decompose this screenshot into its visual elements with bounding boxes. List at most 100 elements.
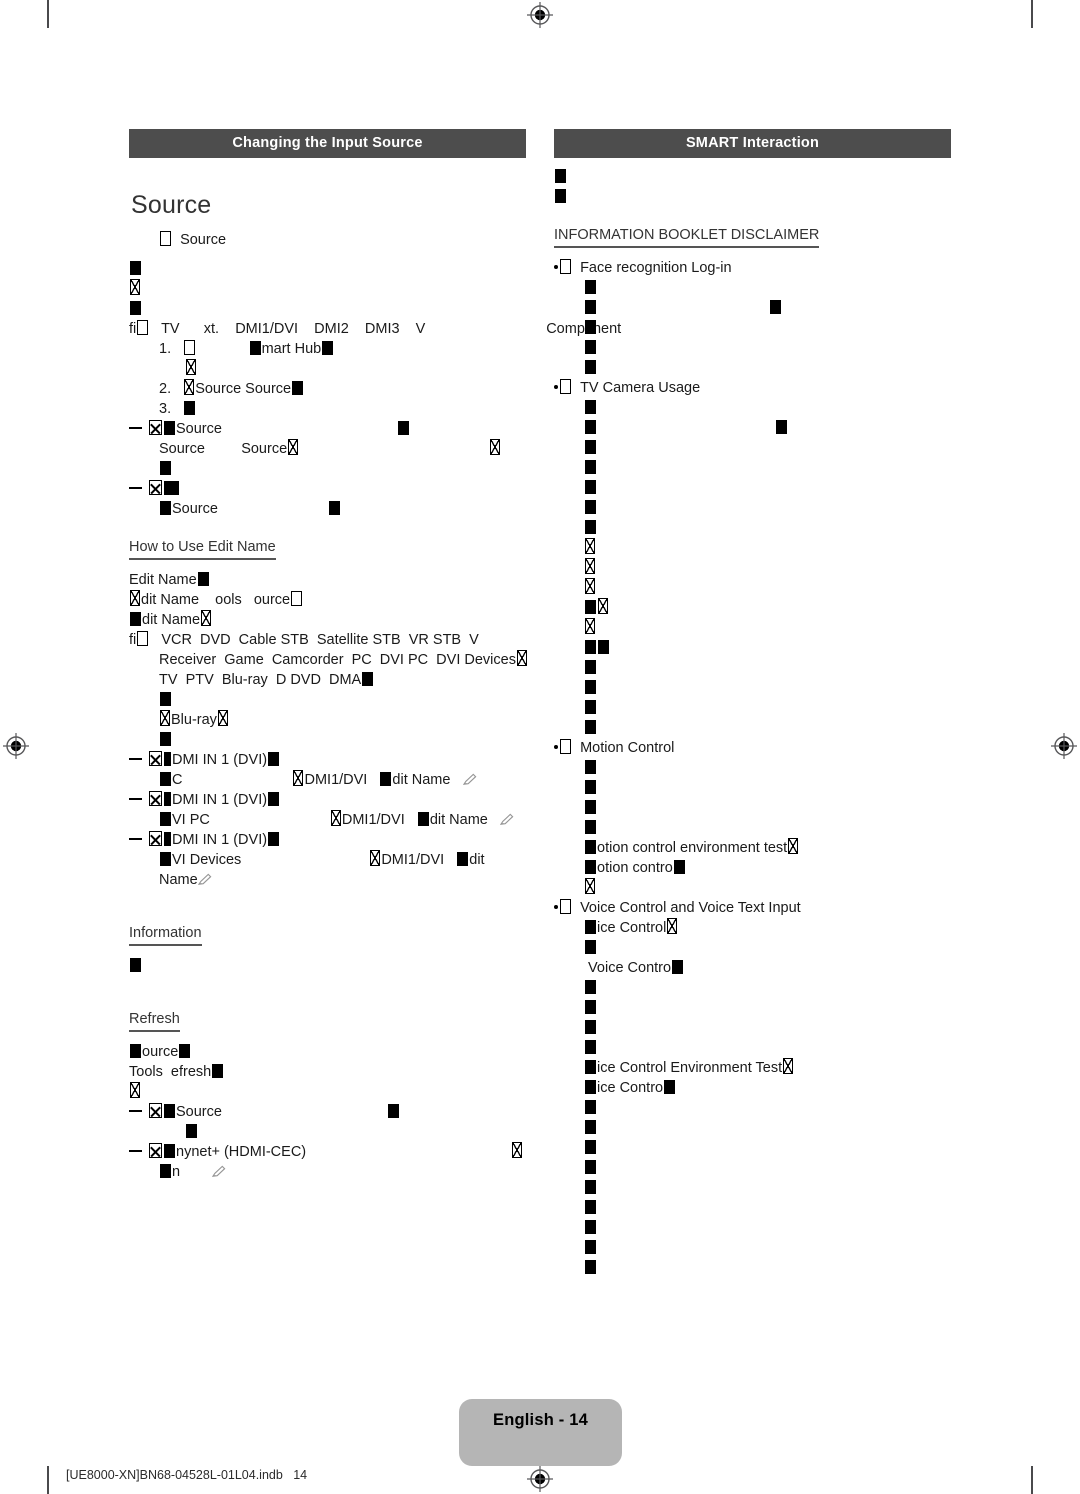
disclaimer-body-line: [554, 638, 951, 658]
subheading-how-to-use-edit-name: How to Use Edit Name: [129, 539, 276, 560]
disclaimer-body-line: [554, 798, 951, 818]
disclaimer-body-line: [554, 1238, 951, 1258]
subheading-information: Information: [129, 925, 202, 946]
refresh-line: Tools efresh: [129, 1062, 526, 1082]
edit-name-item-detail: Name: [129, 870, 526, 890]
disclaimer-body-line: [554, 598, 951, 618]
disclaimer-body-line: [554, 338, 951, 358]
refresh-sub-item: Source: [129, 1102, 526, 1122]
refresh-line: ource: [129, 1042, 526, 1062]
note-item: Source: [129, 419, 526, 439]
disclaimer-body-line: [554, 1038, 951, 1058]
disclaimer-body-line: [554, 458, 951, 478]
step-item: 1. mart Hub: [129, 339, 526, 359]
edit-name-line: dit Name: [129, 610, 526, 630]
right-column: SMART Interaction INFORMATION BOOKLET DI…: [554, 129, 951, 1278]
page-number-label: English - 14: [492, 1411, 588, 1429]
menu-glyph-icon: [160, 231, 171, 246]
section-header-smart-interaction: SMART Interaction: [554, 129, 951, 158]
registration-target-icon: [527, 1466, 553, 1492]
edit-name-item-detail: VI PC DMI1/DVI dit Name: [129, 810, 526, 830]
disclaimer-body-line: [554, 578, 951, 598]
disclaimer-body-line: [554, 878, 951, 898]
refresh-line: [129, 1082, 526, 1102]
edit-name-line: dit Name ools ource: [129, 590, 526, 610]
missing-glyph-icon: [130, 261, 141, 275]
disclaimer-body-line: [554, 1198, 951, 1218]
refresh-sub-item-body: [129, 1122, 526, 1142]
file-reference-footer: [UE8000-XN]BN68-04528L-01L04.indb 14: [66, 1468, 308, 1482]
pencil-note-icon: [212, 1165, 226, 1177]
note-item-body: Source Source: [129, 439, 526, 459]
bullet-icon: [554, 905, 558, 909]
disclaimer-body-line: [554, 1218, 951, 1238]
step-item-note: [129, 359, 526, 379]
note-item-body: Source: [129, 499, 526, 519]
information-body: [129, 956, 526, 976]
registration-target-icon: [1051, 733, 1077, 759]
disclaimer-body-line: [554, 1178, 951, 1198]
disclaimer-body-line: [554, 1138, 951, 1158]
page-columns: Changing the Input Source Source Source …: [129, 129, 951, 1278]
pencil-note-icon: [197, 873, 212, 885]
edit-name-device-list: TV PTV Blu-ray D DVD DMA: [129, 670, 526, 690]
bullet-icon: [554, 265, 558, 269]
disclaimer-body-line: [554, 478, 951, 498]
disclaimer-body-line: [554, 318, 951, 338]
disclaimer-body-line: [554, 298, 951, 318]
edit-name-item: DMI IN 1 (DVI): [129, 750, 526, 770]
disclaimer-body-line: [554, 998, 951, 1018]
left-column: Changing the Input Source Source Source …: [129, 129, 622, 1278]
edit-name-device-list: Receiver Game Camcorder PC DVI PC DVI De…: [129, 650, 527, 670]
body-line-missing-glyph: [129, 279, 526, 299]
disclaimer-body-line: [554, 698, 951, 718]
registration-target-icon: [527, 2, 553, 28]
disclaimer-topic: Face recognition Log-in: [554, 258, 951, 278]
note-item-body: [129, 459, 526, 479]
disclaimer-body-line: [554, 538, 951, 558]
edit-name-line: Edit Name: [129, 570, 526, 590]
edit-name-item: DMI IN 1 (DVI): [129, 790, 526, 810]
disclaimer-body-line: [554, 398, 951, 418]
voice-control-line: Voice Contro: [554, 958, 951, 978]
motion-control-line: otion contro: [554, 858, 951, 878]
refresh-sub-item: nynet+ (HDMI-CEC): [129, 1142, 526, 1162]
disclaimer-body-line: [554, 278, 951, 298]
disclaimer-topic: Voice Control and Voice Text Input: [554, 898, 951, 918]
disclaimer-body-line: [554, 558, 951, 578]
disclaimer-body-line: [554, 978, 951, 998]
menu-path-source: Source: [129, 230, 526, 250]
page-title-source: Source: [131, 191, 212, 219]
disclaimer-body-line: [554, 818, 951, 838]
page-number-badge: English - 14: [459, 1399, 622, 1466]
body-line-missing-glyph: [554, 187, 951, 207]
disclaimer-body-line: [554, 758, 951, 778]
subheading-information-booklet-disclaimer: INFORMATION BOOKLET DISCLAIMER: [554, 227, 820, 248]
bullet-icon: [554, 385, 558, 389]
pencil-note-icon: [499, 813, 514, 825]
disclaimer-body-line: [554, 678, 951, 698]
refresh-sub-item-body: n: [129, 1162, 526, 1182]
disclaimer-topic: TV Camera Usage: [554, 378, 951, 398]
disclaimer-body-line: [554, 418, 951, 438]
body-line-missing-glyph: [554, 167, 951, 187]
crop-mark-top-left: [47, 0, 49, 28]
disclaimer-body-line: [554, 518, 951, 538]
disclaimer-body-line: [554, 938, 951, 958]
voice-control-line: ice Control: [554, 918, 951, 938]
manual-page: Changing the Input Source Source Source …: [0, 0, 1080, 1494]
edit-name-item-detail: VI Devices DMI1/DVI dit: [129, 850, 526, 870]
subheading-refresh: Refresh: [129, 1011, 180, 1032]
disclaimer-body-line: [554, 1098, 951, 1118]
edit-name-device-list: Blu-ray: [129, 710, 526, 730]
pencil-note-icon: [462, 773, 476, 785]
disclaimer-body-line: [554, 1258, 951, 1278]
section-header-changing-input-source: Changing the Input Source: [129, 129, 526, 158]
crop-mark-bottom-left: [47, 1466, 49, 1494]
body-line-missing-glyph: [129, 299, 526, 319]
disclaimer-body-line: [554, 1158, 951, 1178]
note-item: [129, 479, 526, 499]
input-source-list: fi TV xt. DMI1/DVI DMI2 DMI3 V Component: [129, 320, 622, 337]
body-line-missing-glyph: [129, 259, 526, 279]
step-item: 3.: [129, 399, 526, 419]
